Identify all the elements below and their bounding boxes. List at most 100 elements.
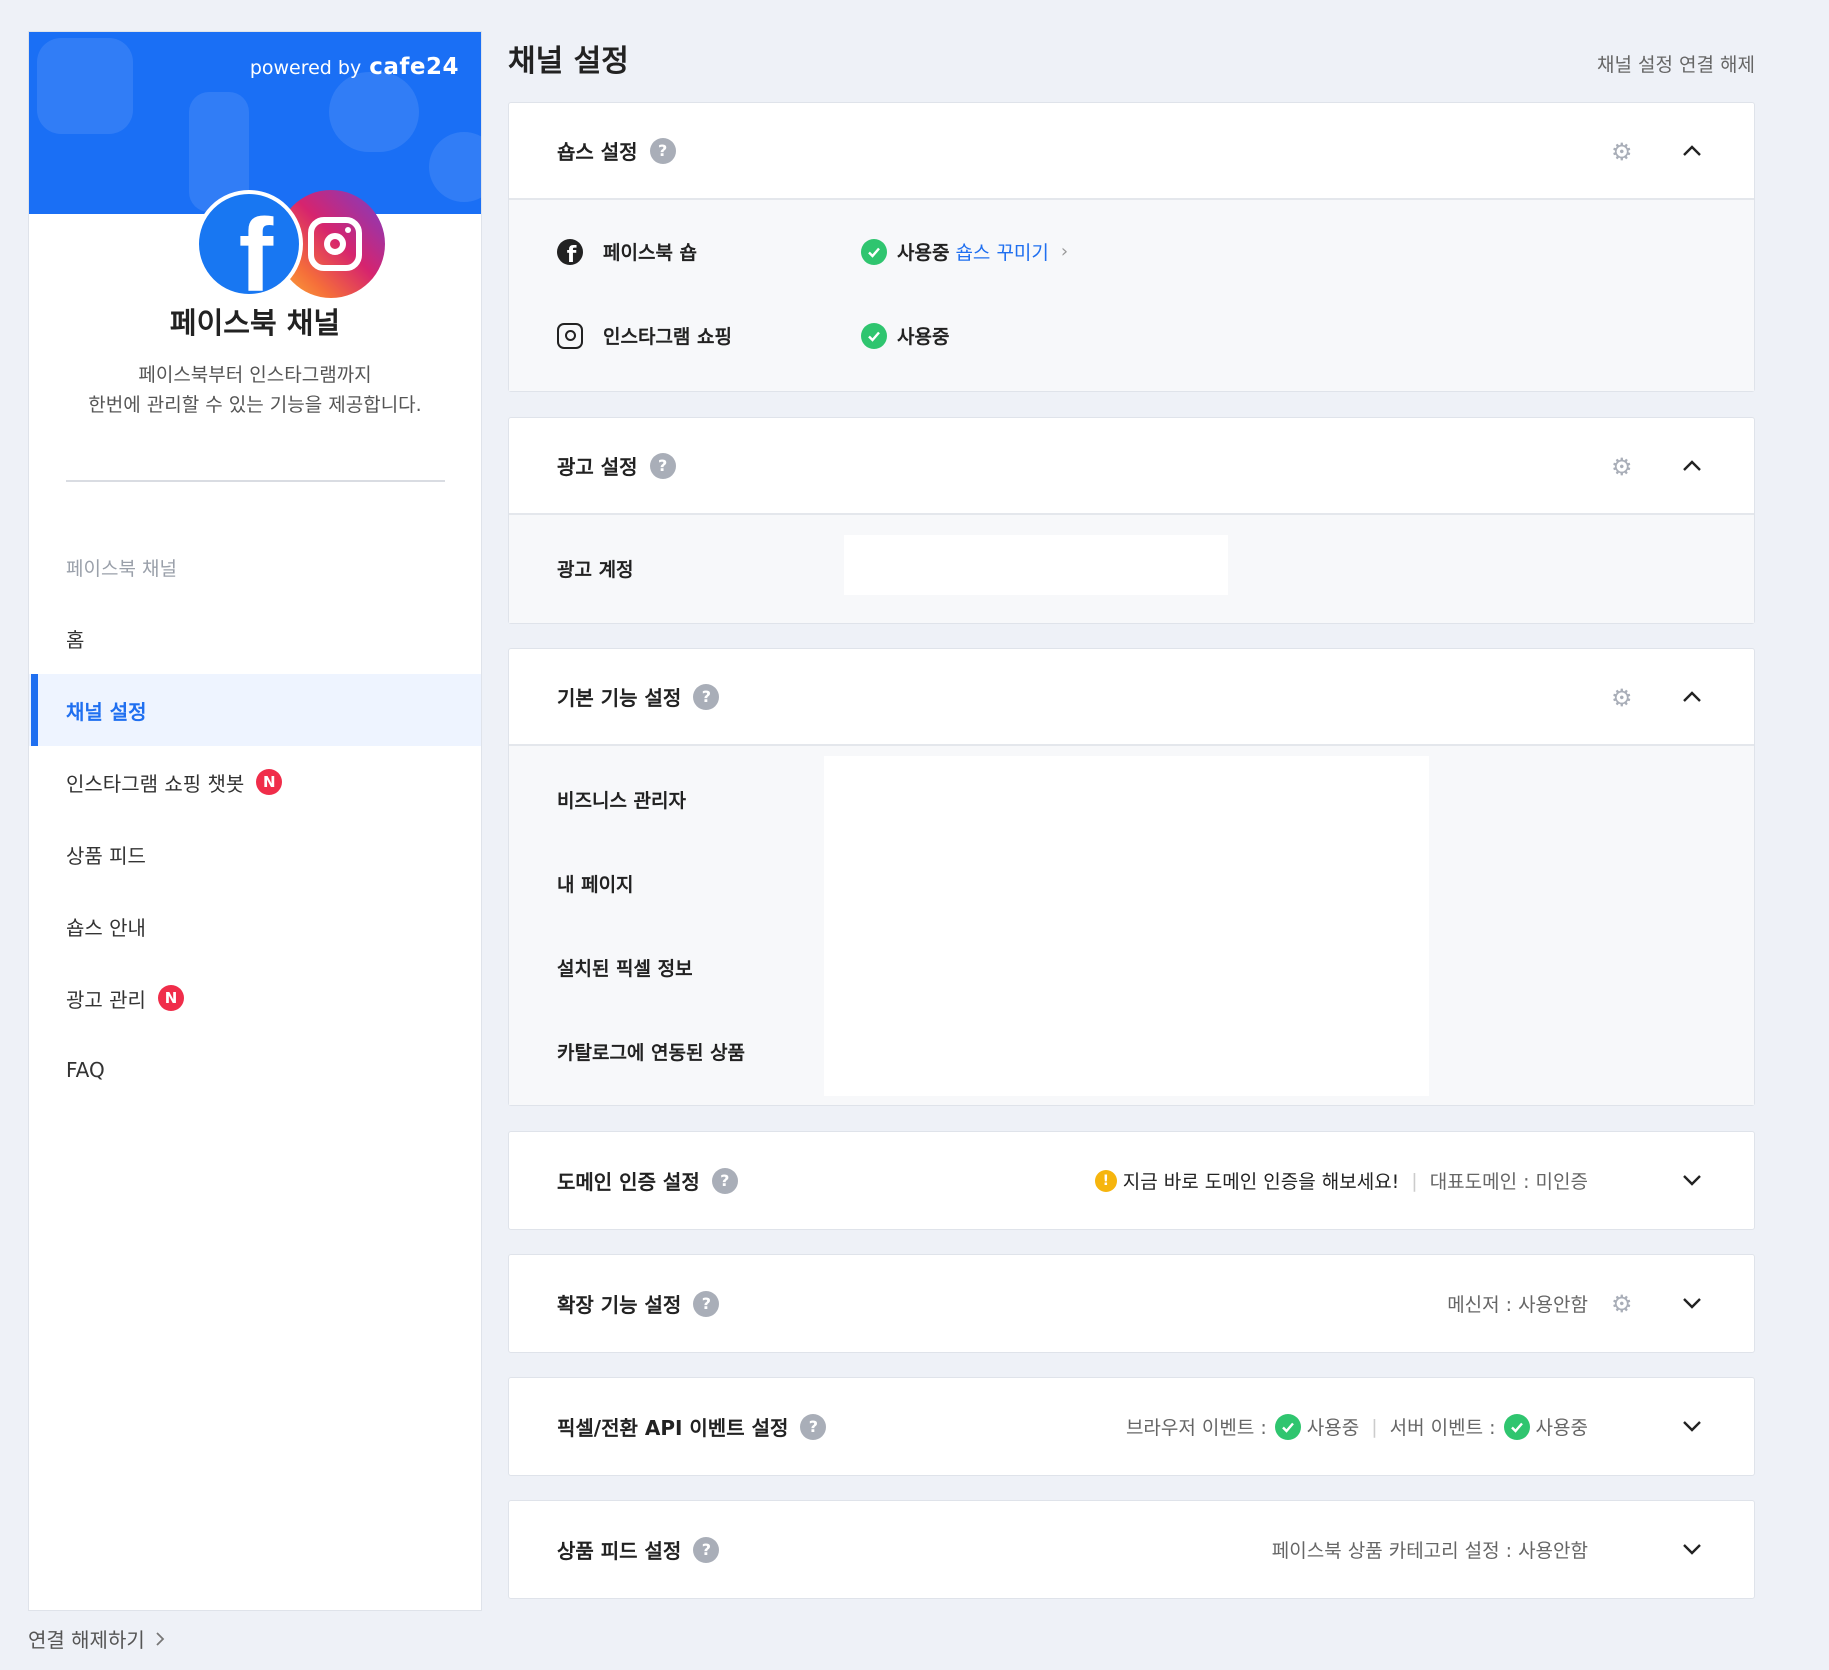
- sidebar-item-home[interactable]: 홈: [29, 602, 481, 674]
- facebook-shop-status: 사용중 숍스 꾸미기 ›: [861, 238, 1068, 265]
- help-icon[interactable]: ?: [649, 137, 676, 164]
- sidebar-description: 페이스북부터 인스타그램까지 한번에 관리할 수 있는 기능을 제공합니다.: [29, 360, 481, 420]
- sidebar-item-label: 광고 관리: [66, 987, 146, 1012]
- card-title: 기본 기능 설정: [557, 686, 682, 710]
- separator: |: [1371, 1415, 1378, 1438]
- status-value: 미인증: [1535, 1171, 1588, 1193]
- facebook-icon: f: [195, 190, 303, 298]
- extension-settings-header[interactable]: 확장 기능 설정 ? 메신저 : 사용안함 ⚙: [509, 1255, 1754, 1352]
- ads-settings-body: 광고 계정: [509, 515, 1754, 623]
- status-text: 사용중: [897, 326, 950, 348]
- help-icon[interactable]: ?: [649, 452, 676, 479]
- row-label: 광고 계정: [557, 559, 634, 581]
- sidebar-divider: [66, 480, 445, 482]
- help-icon[interactable]: ?: [693, 1536, 720, 1563]
- status-value: 사용안함: [1518, 1540, 1588, 1562]
- row-label: 카탈로그에 연동된 상품: [557, 1042, 746, 1064]
- instagram-icon: [557, 322, 583, 349]
- pixel-settings-header[interactable]: 픽셀/전환 API 이벤트 설정 ? 브라우저 이벤트 : 사용중 | 서버 이…: [509, 1378, 1754, 1475]
- nav-section-label: 페이스북 채널: [66, 558, 177, 580]
- gear-icon[interactable]: ⚙: [1611, 455, 1635, 479]
- check-icon: [861, 322, 887, 349]
- basic-settings-header[interactable]: 기본 기능 설정 ? ⚙: [509, 649, 1754, 746]
- card-title: 광고 설정: [557, 455, 638, 479]
- shops-settings-body: f 페이스북 숍 사용중 숍스 꾸미기 › 인스타그램 쇼핑 사용중: [509, 200, 1754, 391]
- chevron-up-icon[interactable]: [1680, 454, 1704, 478]
- row-label: 설치된 픽셀 정보: [557, 958, 693, 980]
- sidebar-item-channel-settings[interactable]: 채널 설정: [29, 674, 481, 746]
- sidebar-item-instagram-chatbot[interactable]: 인스타그램 쇼핑 챗봇 N: [29, 746, 481, 818]
- channel-logos: f: [165, 160, 385, 300]
- ads-settings-header[interactable]: 광고 설정 ? ⚙: [509, 418, 1754, 515]
- chevron-down-icon[interactable]: [1680, 1537, 1704, 1561]
- shops-customize-link[interactable]: 숍스 꾸미기: [955, 238, 1048, 265]
- sidebar-item-product-feed[interactable]: 상품 피드: [29, 818, 481, 890]
- ad-account-value: [844, 535, 1228, 595]
- gear-icon[interactable]: ⚙: [1611, 686, 1635, 710]
- help-icon[interactable]: ?: [693, 683, 720, 710]
- row-label: 인스타그램 쇼핑: [603, 326, 732, 348]
- sidebar-description-line: 한번에 관리할 수 있는 기능을 제공합니다.: [88, 394, 422, 416]
- pixel-status: 브라우저 이벤트 : 사용중 | 서버 이벤트 : 사용중: [1126, 1378, 1588, 1475]
- sidebar-title: 페이스북 채널: [169, 306, 341, 340]
- disconnect-label: 연결 해제하기: [28, 1628, 145, 1652]
- banner-decoration: [429, 132, 481, 202]
- feed-settings-card: 상품 피드 설정 ? 페이스북 상품 카테고리 설정 : 사용안함: [508, 1500, 1755, 1599]
- instagram-shopping-row: 인스타그램 쇼핑: [557, 322, 732, 349]
- facebook-shop-row: f 페이스북 숍: [557, 238, 697, 265]
- cafe24-logo: cafe24: [369, 54, 459, 80]
- chevron-up-icon[interactable]: [1680, 139, 1704, 163]
- gear-icon[interactable]: ⚙: [1611, 1292, 1635, 1316]
- sidebar-item-ad-management[interactable]: 광고 관리 N: [29, 962, 481, 1034]
- chevron-down-icon[interactable]: [1680, 1414, 1704, 1438]
- chevron-down-icon[interactable]: [1680, 1168, 1704, 1192]
- business-manager-row: 비즈니스 관리자: [557, 786, 686, 813]
- help-icon[interactable]: ?: [800, 1413, 827, 1440]
- sidebar: powered by cafe24 f 페이스북 채널 페이스북부터 인스타그램…: [28, 31, 482, 1611]
- gear-icon[interactable]: ⚙: [1611, 140, 1635, 164]
- instagram-shopping-status: 사용중: [861, 322, 949, 349]
- chevron-down-icon[interactable]: [1680, 1291, 1704, 1315]
- domain-settings-header[interactable]: 도메인 인증 설정 ? ! 지금 바로 도메인 인증을 해보세요! | 대표도메…: [509, 1132, 1754, 1229]
- channel-disconnect-link[interactable]: 채널 설정 연결 해제: [1597, 50, 1755, 77]
- banner-decoration: [329, 72, 419, 152]
- basic-settings-card: 기본 기능 설정 ? ⚙ 비즈니스 관리자 내 페이지 설치된 픽셀 정보 카탈…: [508, 648, 1755, 1106]
- card-title: 도메인 인증 설정: [557, 1170, 700, 1194]
- sidebar-item-label: 홈: [66, 627, 85, 652]
- separator: |: [1411, 1169, 1418, 1192]
- row-label: 비즈니스 관리자: [557, 790, 686, 812]
- feed-status: 페이스북 상품 카테고리 설정 : 사용안함: [1272, 1501, 1588, 1598]
- domain-status: ! 지금 바로 도메인 인증을 해보세요! | 대표도메인 : 미인증: [1094, 1132, 1588, 1229]
- pixel-settings-card: 픽셀/전환 API 이벤트 설정 ? 브라우저 이벤트 : 사용중 | 서버 이…: [508, 1377, 1755, 1476]
- domain-settings-card: 도메인 인증 설정 ? ! 지금 바로 도메인 인증을 해보세요! | 대표도메…: [508, 1131, 1755, 1230]
- card-title: 픽셀/전환 API 이벤트 설정: [557, 1416, 789, 1440]
- help-icon[interactable]: ?: [693, 1290, 720, 1317]
- status-label: 페이스북 상품 카테고리 설정 :: [1271, 1540, 1513, 1562]
- status-label: 대표도메인 :: [1429, 1171, 1530, 1193]
- feed-settings-header[interactable]: 상품 피드 설정 ? 페이스북 상품 카테고리 설정 : 사용안함: [509, 1501, 1754, 1598]
- sidebar-item-faq[interactable]: FAQ: [29, 1034, 481, 1106]
- powered-by-prefix: powered by: [249, 57, 362, 79]
- status-value: 사용중: [1306, 1417, 1360, 1439]
- sidebar-item-label: 숍스 안내: [66, 915, 146, 940]
- sidebar-item-label: FAQ: [66, 1058, 105, 1082]
- sidebar-item-shops-guide[interactable]: 숍스 안내: [29, 890, 481, 962]
- check-icon: [861, 238, 887, 265]
- shops-settings-header[interactable]: 숍스 설정 ? ⚙: [509, 103, 1754, 200]
- status-text: 사용중: [897, 242, 950, 264]
- chevron-up-icon[interactable]: [1680, 685, 1704, 709]
- status-label: 서버 이벤트 :: [1389, 1417, 1496, 1439]
- status-value: 사용안함: [1518, 1294, 1588, 1316]
- card-title: 상품 피드 설정: [557, 1539, 682, 1563]
- extension-status: 메신저 : 사용안함: [1447, 1255, 1588, 1352]
- my-page-row: 내 페이지: [557, 870, 634, 897]
- shops-settings-card: 숍스 설정 ? ⚙ f 페이스북 숍 사용중 숍스 꾸미기 › 인스타그램 쇼핑…: [508, 102, 1755, 392]
- help-icon[interactable]: ?: [711, 1167, 738, 1194]
- new-badge: N: [256, 769, 283, 795]
- basic-settings-body: 비즈니스 관리자 내 페이지 설치된 픽셀 정보 카탈로그에 연동된 상품: [509, 746, 1754, 1105]
- check-icon: [1503, 1413, 1530, 1440]
- sidebar-item-label: 상품 피드: [66, 843, 146, 868]
- banner-decoration: [37, 38, 133, 134]
- disconnect-link[interactable]: 연결 해제하기: [28, 1624, 165, 1653]
- row-label: 페이스북 숍: [603, 242, 698, 264]
